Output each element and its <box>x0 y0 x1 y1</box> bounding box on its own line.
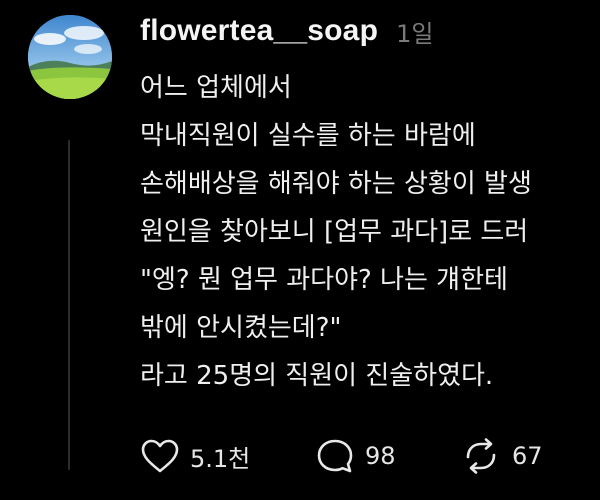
heart-icon <box>141 439 179 473</box>
repost-icon <box>466 438 496 474</box>
post-text-line: "엥? 뭔 업무 과다야? 나는 걔한테 <box>140 265 508 295</box>
username[interactable]: flowertea__soap <box>140 14 378 48</box>
post-text-line: 원인을 찾아보니 [업무 과다]로 드러 <box>140 217 529 247</box>
comment-bubble-icon <box>317 439 353 473</box>
post-header: flowertea__soap 1일 <box>140 8 433 54</box>
thread-line <box>68 140 70 470</box>
post-text-line: 막내직원이 실수를 하는 바람에 <box>140 121 476 151</box>
post-text-line: 라고 25명의 직원이 진술하였다. <box>140 361 494 391</box>
thread-post: flowertea__soap 1일 어느 업체에서 막내직원이 실수를 하는 … <box>0 0 600 500</box>
reply-count: 98 <box>365 442 396 470</box>
timestamp: 1일 <box>396 19 434 48</box>
post-text-line: 손해배상을 해줘야 하는 상황이 발생 <box>140 169 532 199</box>
reply-button[interactable]: 98 <box>315 437 460 475</box>
post-text-line: 밖에 안시켰는데?" <box>140 313 342 343</box>
avatar-landscape-image <box>28 15 112 99</box>
post-text-line: 어느 업체에서 <box>140 73 292 103</box>
like-count: 5.1천 <box>190 444 251 473</box>
action-bar: 5.1천 98 67 <box>140 434 543 478</box>
repost-button[interactable]: 67 <box>460 437 543 475</box>
like-button[interactable]: 5.1천 <box>140 438 315 474</box>
post-body: 어느 업체에서 막내직원이 실수를 하는 바람에 손해배상을 해줘야 하는 상황… <box>140 64 600 400</box>
avatar[interactable] <box>28 15 112 99</box>
repost-count: 67 <box>512 442 543 470</box>
